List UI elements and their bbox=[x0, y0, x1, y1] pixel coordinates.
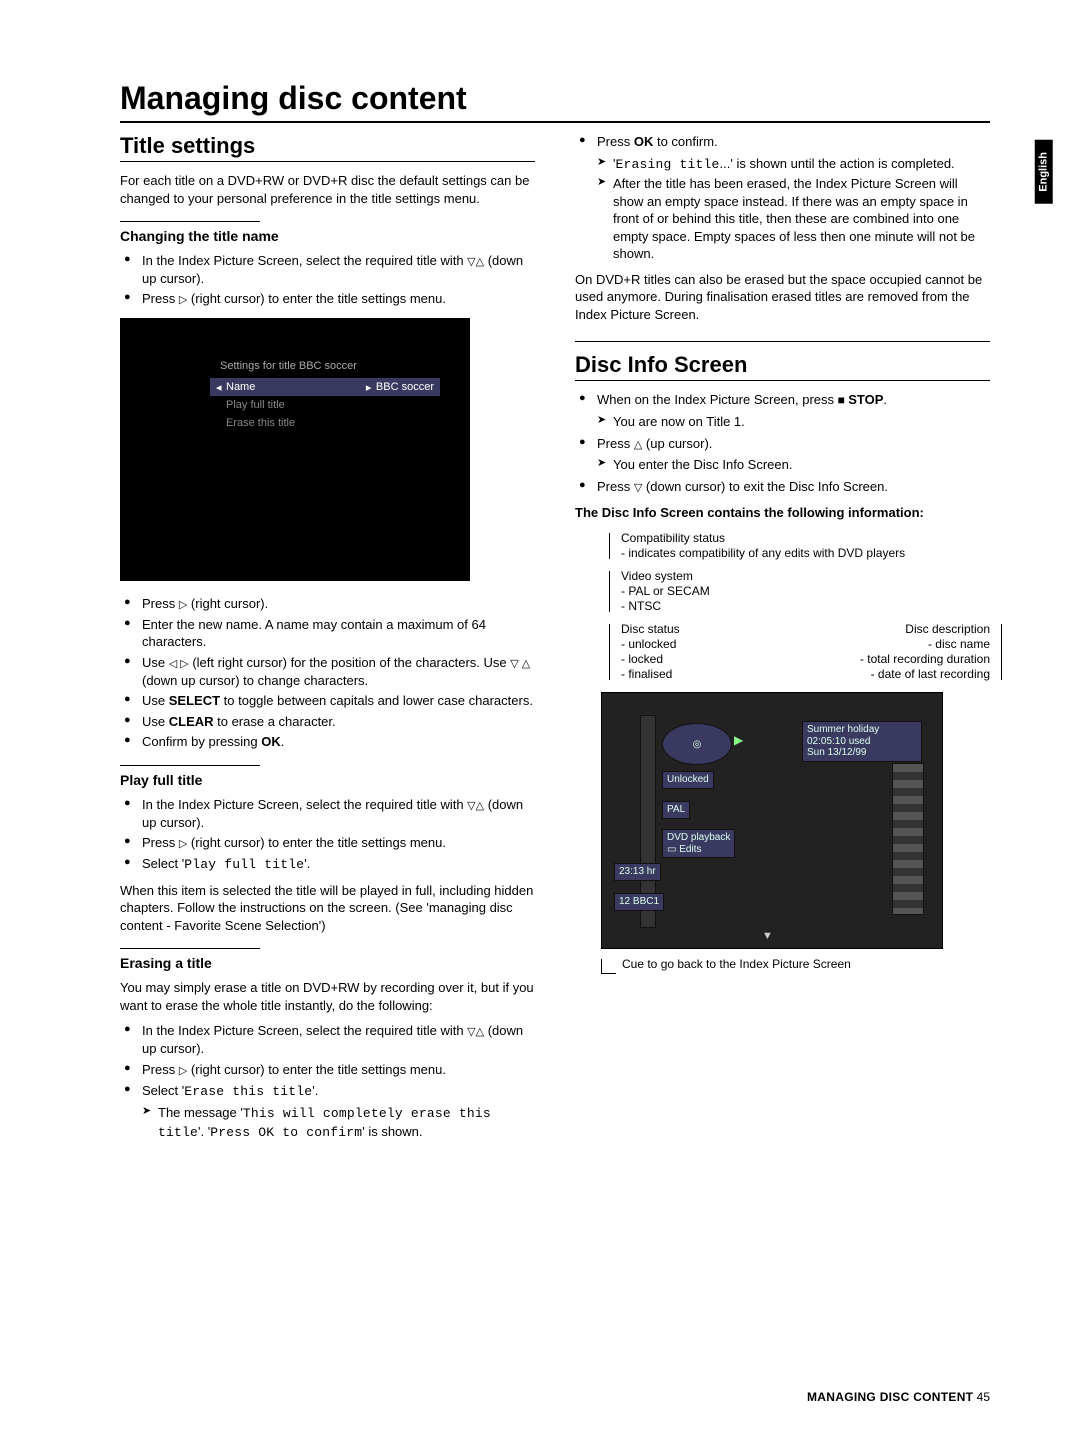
down-up-icon: ▽△ bbox=[467, 800, 484, 812]
dvd-r-note: On DVD+R titles can also be erased but t… bbox=[575, 271, 990, 324]
changing-title-steps: In the Index Picture Screen, select the … bbox=[120, 252, 535, 308]
result-line: After the title has been erased, the Ind… bbox=[575, 175, 990, 263]
list-item: Press ▷ (right cursor) to enter the titl… bbox=[120, 1061, 535, 1079]
screen-row-label: Name bbox=[226, 381, 366, 393]
label-compat: Compatibility status - indicates compati… bbox=[621, 531, 990, 561]
footer-page-number: 45 bbox=[977, 1390, 990, 1404]
result-line: You are now on Title 1. bbox=[575, 413, 990, 431]
list-item: Press ▽ (down cursor) to exit the Disc I… bbox=[575, 478, 990, 496]
section-rule bbox=[575, 380, 990, 381]
title-settings-intro: For each title on a DVD+RW or DVD+R disc… bbox=[120, 172, 535, 207]
result-line: The message 'This will completely erase … bbox=[120, 1104, 535, 1141]
disc-info-steps: When on the Index Picture Screen, press … bbox=[575, 391, 990, 409]
disc-info-diagram: Compatibility status - indicates compati… bbox=[575, 531, 990, 974]
list-item: Confirm by pressing OK. bbox=[120, 733, 535, 751]
cue-hook-icon bbox=[601, 959, 616, 974]
left-column: Title settings For each title on a DVD+R… bbox=[120, 129, 535, 1143]
disc-info-contains: The Disc Info Screen contains the follow… bbox=[575, 504, 990, 522]
list-item: Use CLEAR to erase a character. bbox=[120, 713, 535, 731]
stop-icon: ■ bbox=[838, 393, 849, 407]
list-item: In the Index Picture Screen, select the … bbox=[120, 796, 535, 831]
result-line: 'Erasing title...' is shown until the ac… bbox=[575, 155, 990, 174]
section-rule bbox=[120, 161, 535, 162]
screen-header: Settings for title BBC soccer bbox=[220, 360, 357, 372]
list-item: Press ▷ (right cursor) to enter the titl… bbox=[120, 834, 535, 852]
screen-channel: 12 BBC1 bbox=[614, 893, 664, 911]
play-full-after: When this item is selected the title wil… bbox=[120, 882, 535, 935]
cue-label: Cue to go back to the Index Picture Scre… bbox=[601, 957, 990, 974]
down-up-icon: ▽△ bbox=[467, 256, 484, 268]
footer-label: MANAGING DISC CONTENT bbox=[807, 1390, 973, 1404]
list-item: Enter the new name. A name may contain a… bbox=[120, 616, 535, 651]
page-footer: MANAGING DISC CONTENT 45 bbox=[807, 1390, 990, 1404]
play-full-heading: Play full title bbox=[120, 772, 535, 788]
screen-video-system: PAL bbox=[662, 801, 690, 819]
list-item: Select 'Erase this title'. bbox=[120, 1082, 535, 1101]
list-item: Select 'Play full title'. bbox=[120, 855, 535, 874]
list-item: Press OK to confirm. bbox=[575, 133, 990, 151]
screen-time: 23:13 hr bbox=[614, 863, 661, 881]
label-status: Disc status - unlocked - locked - finali… bbox=[621, 622, 990, 682]
list-item: In the Index Picture Screen, select the … bbox=[120, 1022, 535, 1057]
list-item: Use SELECT to toggle between capitals an… bbox=[120, 692, 535, 710]
list-item: Press △ (up cursor). bbox=[575, 435, 990, 453]
left-arrow-icon: ◂ bbox=[216, 381, 226, 394]
left-right-icon: ◁ ▷ bbox=[169, 658, 189, 670]
short-rule bbox=[120, 221, 260, 222]
after-screen-steps: Press ▷ (right cursor). Enter the new na… bbox=[120, 595, 535, 751]
screen-track-bar bbox=[892, 763, 924, 915]
screen-compat: DVD playback ▭ Edits bbox=[662, 829, 735, 858]
disc-info-screen: ◎ ▶ Summer holiday 02:05:10 used Sun 13/… bbox=[601, 692, 943, 949]
erasing-intro: You may simply erase a title on DVD+RW b… bbox=[120, 979, 535, 1014]
title-rule bbox=[120, 121, 990, 123]
erasing-steps: In the Index Picture Screen, select the … bbox=[120, 1022, 535, 1100]
osd-text: Press OK to confirm bbox=[210, 1125, 362, 1140]
down-cue-icon: ▼ bbox=[762, 930, 773, 942]
screen-row-erase: Erase this title bbox=[210, 414, 440, 432]
osd-text: Erasing title bbox=[615, 157, 719, 172]
list-item: In the Index Picture Screen, select the … bbox=[120, 252, 535, 287]
play-full-steps: In the Index Picture Screen, select the … bbox=[120, 796, 535, 874]
list-item: When on the Index Picture Screen, press … bbox=[575, 391, 990, 409]
list-item: Use ◁ ▷ (left right cursor) for the posi… bbox=[120, 654, 535, 689]
disc-info-heading: Disc Info Screen bbox=[575, 352, 990, 378]
disc-info-steps-2: Press △ (up cursor). bbox=[575, 435, 990, 453]
label-description: Disc description - disc name - total rec… bbox=[860, 622, 990, 682]
osd-text: Play full title bbox=[184, 857, 304, 872]
page-title: Managing disc content bbox=[120, 80, 990, 117]
list-item: Press ▷ (right cursor). bbox=[120, 595, 535, 613]
short-rule bbox=[120, 765, 260, 766]
two-column-layout: Title settings For each title on a DVD+R… bbox=[120, 129, 990, 1143]
right-column: Press OK to confirm. 'Erasing title...' … bbox=[575, 129, 990, 1143]
title-settings-heading: Title settings bbox=[120, 133, 535, 159]
result-line: You enter the Disc Info Screen. bbox=[575, 456, 990, 474]
erasing-heading: Erasing a title bbox=[120, 955, 535, 971]
disc-info-steps-3: Press ▽ (down cursor) to exit the Disc I… bbox=[575, 478, 990, 496]
confirm-step: Press OK to confirm. bbox=[575, 133, 990, 151]
title-settings-screen: Settings for title BBC soccer ◂ Name ▸ B… bbox=[120, 318, 470, 581]
right-arrow-icon: ▸ bbox=[366, 381, 376, 394]
changing-title-heading: Changing the title name bbox=[120, 228, 535, 244]
label-video: Video system - PAL or SECAM - NTSC bbox=[621, 569, 990, 614]
language-tab: English bbox=[1035, 140, 1053, 204]
osd-text: Erase this title bbox=[184, 1084, 312, 1099]
section-rule bbox=[575, 341, 990, 342]
down-up-icon: ▽△ bbox=[467, 1026, 484, 1038]
screen-status: Unlocked bbox=[662, 771, 714, 789]
screen-row-name: ◂ Name ▸ BBC soccer bbox=[210, 378, 440, 396]
down-up-icon: ▽ △ bbox=[510, 658, 530, 670]
screen-description: Summer holiday 02:05:10 used Sun 13/12/9… bbox=[802, 721, 922, 762]
list-item: Press ▷ (right cursor) to enter the titl… bbox=[120, 290, 535, 308]
screen-row-value: BBC soccer bbox=[376, 381, 434, 393]
play-icon: ▶ bbox=[734, 733, 743, 747]
screen-row-play: Play full title bbox=[210, 396, 440, 414]
short-rule bbox=[120, 948, 260, 949]
screen-menu: ◂ Name ▸ BBC soccer Play full title Eras… bbox=[210, 378, 440, 432]
disc-icon: ◎ bbox=[662, 723, 732, 765]
